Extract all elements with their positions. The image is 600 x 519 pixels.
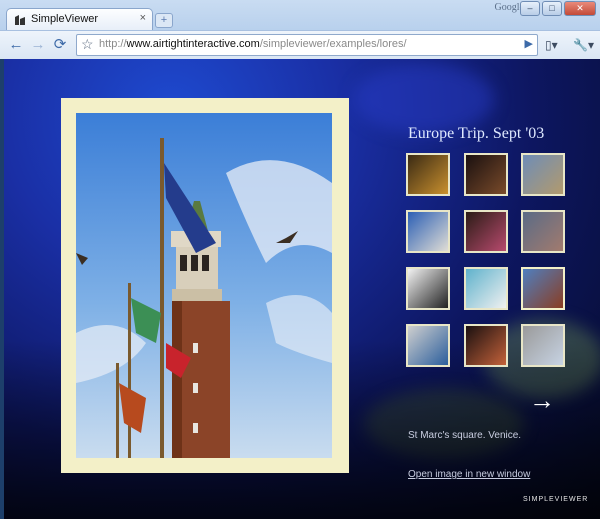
thumb-9[interactable] — [521, 267, 565, 310]
image-caption: St Marc's square. Venice. — [408, 430, 522, 441]
thumb-3[interactable] — [521, 153, 565, 196]
forward-arrow-icon[interactable]: → — [28, 35, 48, 55]
maximize-button[interactable]: □ — [542, 1, 562, 16]
open-image-link[interactable]: Open image in new window — [408, 469, 530, 480]
page-menu-icon[interactable]: ▯▾ — [545, 38, 558, 52]
simpleviewer-page: Europe Trip. Sept '03 → St Marc's square… — [4, 59, 600, 519]
main-image[interactable] — [76, 113, 332, 458]
tab-simpleviewer[interactable]: SimpleViewer × — [6, 8, 153, 31]
go-icon[interactable]: ▶ — [525, 37, 533, 50]
thumb-4[interactable] — [406, 210, 450, 253]
thumb-11[interactable] — [464, 324, 508, 367]
thumb-10[interactable] — [406, 324, 450, 367]
thumb-7[interactable] — [406, 267, 450, 310]
simpleviewer-logo: SIMPLEVIEWER — [523, 496, 589, 503]
close-window-button[interactable]: ✕ — [564, 1, 596, 16]
thumb-5[interactable] — [464, 210, 508, 253]
thumb-12[interactable] — [521, 324, 565, 367]
tab-close-icon[interactable]: × — [140, 12, 146, 24]
url-text: http://www.airtightinteractive.com/simpl… — [99, 38, 407, 50]
simpleviewer-favicon-icon — [15, 15, 25, 25]
gallery-title: Europe Trip. Sept '03 — [408, 125, 545, 142]
next-arrow-icon[interactable]: → — [529, 385, 555, 416]
thumb-6[interactable] — [521, 210, 565, 253]
browser-chrome: SimpleViewer × + Google – □ ✕ ← → ⟳ ☆ ht… — [0, 0, 600, 59]
thumb-2[interactable] — [464, 153, 508, 196]
bell-tower-photo — [76, 113, 332, 458]
thumb-8[interactable] — [464, 267, 508, 310]
wrench-icon[interactable]: 🔧▾ — [573, 38, 594, 52]
back-arrow-icon[interactable]: ← — [6, 35, 26, 55]
toolbar: ← → ⟳ ☆ http://www.airtightinteractive.c… — [0, 30, 600, 59]
star-icon[interactable]: ☆ — [81, 36, 94, 53]
minimize-button[interactable]: – — [520, 1, 540, 16]
new-tab-button[interactable]: + — [155, 13, 173, 28]
reload-icon[interactable]: ⟳ — [50, 35, 70, 55]
tab-title: SimpleViewer — [31, 13, 99, 25]
address-bar[interactable]: ☆ http://www.airtightinteractive.com/sim… — [76, 34, 538, 56]
thumb-1[interactable] — [406, 153, 450, 196]
